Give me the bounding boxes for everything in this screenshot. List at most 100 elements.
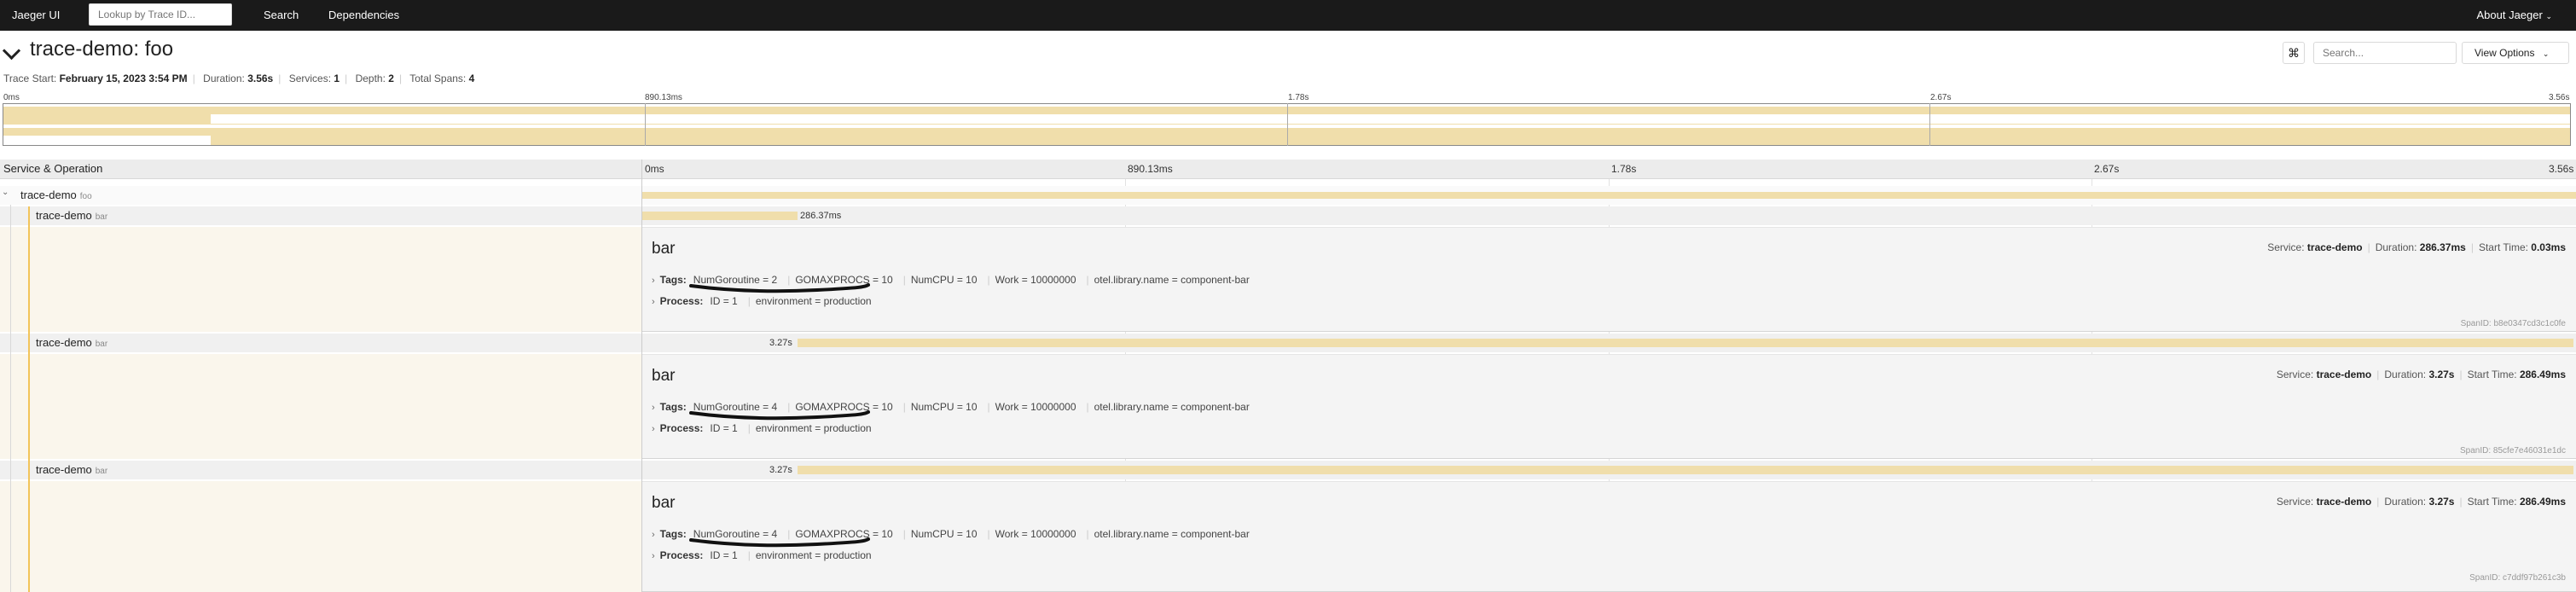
minimap-gridline <box>1287 103 1288 146</box>
detail-start-value: 286.49ms <box>2519 496 2566 508</box>
process-row[interactable]: › Process: ID = 1 | environment = production <box>652 549 877 561</box>
trace-minimap[interactable]: 0ms 890.13ms 1.78s 2.67s 3.56s <box>0 93 2576 149</box>
detail-duration-label: Duration: <box>2375 241 2417 253</box>
span-service: trace-demo <box>20 189 77 201</box>
trace-meta: Trace Start: February 15, 2023 3:54 PM | … <box>3 73 475 84</box>
detail-service-value: trace-demo <box>2306 241 2363 253</box>
detail-duration-value: 3.27s <box>2428 496 2455 508</box>
span-bar[interactable] <box>641 192 2576 199</box>
pen-annotation <box>689 537 870 548</box>
detail-title: bar <box>652 240 676 258</box>
minimap-gap <box>3 136 211 145</box>
view-options-label: View Options <box>2474 47 2535 59</box>
chevron-down-icon: ⌄ <box>2545 12 2552 20</box>
top-nav: Jaeger UI Search Dependencies About Jaeg… <box>0 0 2576 31</box>
minimap-tick: 890.13ms <box>645 93 682 102</box>
span-row[interactable]: trace-demo bar 286.37ms <box>0 206 2576 225</box>
detail-service-value: trace-demo <box>2316 369 2372 380</box>
tag-item: otel.library.name = component-bar <box>1094 401 1250 413</box>
pen-annotation <box>689 283 870 293</box>
detail-start-label: Start Time: <box>2467 496 2517 508</box>
timeline-tick: 1.78s <box>1611 163 1637 175</box>
tag-item: NumCPU = 10 <box>910 274 978 286</box>
span-detail: bar Service: trace-demo | Duration: 286.37… <box>641 227 2576 332</box>
tree-guide <box>10 205 11 592</box>
chevron-down-icon[interactable]: ⌄ <box>2 188 9 197</box>
view-options-dropdown[interactable]: View Options ⌄ <box>2462 42 2569 64</box>
detail-duration-label: Duration: <box>2384 496 2427 508</box>
duration-value: 3.56s <box>247 73 274 84</box>
span-name[interactable]: trace-demo bar <box>36 336 107 349</box>
minimap-tick: 2.67s <box>1930 93 1952 102</box>
span-name[interactable]: trace-demo bar <box>36 209 107 222</box>
process-label: Process: <box>659 549 704 561</box>
depth-value: 2 <box>388 73 394 84</box>
detail-title: bar <box>652 367 676 385</box>
keyboard-shortcuts-icon[interactable]: ⌘ <box>2283 42 2305 64</box>
detail-duration-value: 3.27s <box>2428 369 2455 380</box>
span-row[interactable]: ⌄ trace-demo foo <box>0 186 2576 205</box>
services-value: 1 <box>334 73 340 84</box>
process-item: environment = production <box>755 295 872 307</box>
timeline-tick: 0ms <box>645 163 664 175</box>
detail-title: bar <box>652 494 676 512</box>
detail-start-value: 0.03ms <box>2531 241 2566 253</box>
span-duration-label: 3.27s <box>769 338 792 348</box>
span-bar[interactable] <box>798 339 2573 347</box>
span-row[interactable]: trace-demo bar 3.27s <box>0 461 2576 479</box>
brand-link[interactable]: Jaeger UI <box>12 0 60 31</box>
process-item: environment = production <box>755 422 872 434</box>
detail-start-label: Start Time: <box>2467 369 2517 380</box>
process-item: ID = 1 <box>710 549 738 561</box>
chevron-right-icon: › <box>652 276 655 286</box>
span-service: trace-demo <box>36 463 92 476</box>
minimap-tick: 1.78s <box>1288 93 1309 102</box>
detail-duration-label: Duration: <box>2384 369 2427 380</box>
process-item: environment = production <box>755 549 872 561</box>
timeline-tick: 2.67s <box>2094 163 2120 175</box>
detail-start-value: 286.49ms <box>2519 369 2566 380</box>
tree-guide <box>28 206 30 592</box>
services-label: Services: <box>288 73 332 84</box>
span-service: trace-demo <box>36 209 92 222</box>
span-operation: foo <box>79 192 92 201</box>
span-id: SpanID: c7ddf97b261c3b <box>2469 573 2566 583</box>
span-duration-label: 3.27s <box>769 465 792 475</box>
span-row[interactable]: trace-demo bar 3.27s <box>0 334 2576 352</box>
process-row[interactable]: › Process: ID = 1 | environment = production <box>652 295 877 307</box>
detail-summary: Service: trace-demo | Duration: 3.27s | Star… <box>2276 369 2566 380</box>
tag-item: NumCPU = 10 <box>910 528 978 540</box>
detail-summary: Service: trace-demo | Duration: 286.37ms | S… <box>2267 241 2566 253</box>
about-label: About Jaeger <box>2476 9 2543 21</box>
column-divider[interactable] <box>641 160 642 592</box>
process-item: ID = 1 <box>710 422 738 434</box>
tag-item: Work = 10000000 <box>995 528 1076 540</box>
span-detail: bar Service: trace-demo | Duration: 3.27s |… <box>641 354 2576 459</box>
detail-service-label: Service: <box>2276 496 2314 508</box>
process-item: ID = 1 <box>710 295 738 307</box>
span-service: trace-demo <box>36 336 92 349</box>
span-bar[interactable] <box>798 466 2573 474</box>
detail-indent <box>0 354 641 459</box>
minimap-gap <box>211 114 2570 124</box>
trace-id-lookup-input[interactable] <box>89 3 232 26</box>
process-row[interactable]: › Process: ID = 1 | environment = production <box>652 422 877 434</box>
tag-item: otel.library.name = component-bar <box>1094 528 1250 540</box>
tags-label: Tags: <box>659 401 687 413</box>
span-name[interactable]: trace-demo bar <box>36 463 107 476</box>
about-menu[interactable]: About Jaeger ⌄ <box>2476 0 2552 32</box>
trace-search-input[interactable] <box>2313 42 2457 64</box>
timeline-tick: 890.13ms <box>1128 163 1173 175</box>
tag-item: Work = 10000000 <box>995 401 1076 413</box>
detail-indent <box>0 481 641 592</box>
minimap-gridline <box>645 103 646 146</box>
chevron-down-icon: ⌄ <box>2542 49 2550 58</box>
span-bar[interactable] <box>642 212 798 220</box>
detail-indent <box>0 227 641 332</box>
detail-service-value: trace-demo <box>2316 496 2372 508</box>
service-operation-header: Service & Operation <box>3 162 103 175</box>
nav-dependencies-link[interactable]: Dependencies <box>328 0 399 31</box>
nav-search-link[interactable]: Search <box>264 0 299 31</box>
minimap-gridline <box>1929 103 1930 146</box>
span-name[interactable]: trace-demo foo <box>20 189 92 201</box>
